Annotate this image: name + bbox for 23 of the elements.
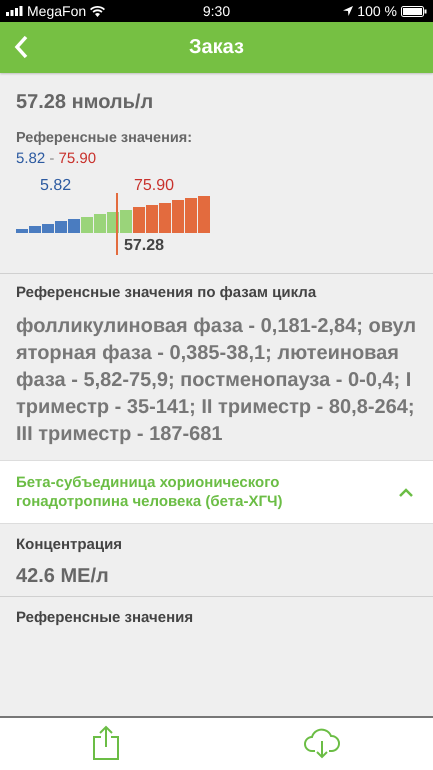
range-separator: -: [49, 150, 54, 167]
gauge-low-label: 5.82: [40, 177, 72, 195]
phase-ranges-text: фолликулиновая фаза - 0,181-2,84; овуляторная фаза - 0,385-38,1; лютеиновая фаза - 5,82-75,9; постменопауза - 0-0,4; I триместр - 35-141; II триместр - 80,8-264; III триместр - 187-681: [15, 314, 418, 447]
section-heading: Референсные значения по фазам цикла: [15, 283, 318, 303]
field-label: Референсные значения: [15, 608, 194, 626]
analysis-title: Бета-субъединица хорионического гонадотропина человека (бета-ХГЧ): [16, 473, 284, 511]
location-icon: [343, 6, 354, 16]
range-low: 5.82: [16, 150, 46, 167]
battery-icon: [401, 6, 427, 16]
accordion-header[interactable]: Бета-субъединица хорионического гонадотропина человека (бета-ХГЧ): [0, 460, 433, 524]
reference-label: Референсные значения:: [16, 130, 194, 146]
screen-title: Заказ: [189, 36, 244, 59]
result-value: 57.28 нмоль/л: [16, 91, 154, 114]
field-label: Концентрация: [15, 535, 124, 553]
battery-percent: 100 %: [357, 3, 397, 19]
range-high: 75.90: [58, 150, 96, 167]
signal-icon: [6, 6, 23, 16]
gauge-high-label: 75.90: [134, 177, 174, 195]
gauge-value-label: 57.28: [124, 237, 164, 255]
carrier-name: MegaFon: [27, 3, 86, 19]
clock: 9:30: [202, 3, 230, 19]
field-value: 42.6 МЕ/л: [15, 564, 110, 589]
wifi-icon: [90, 6, 106, 16]
